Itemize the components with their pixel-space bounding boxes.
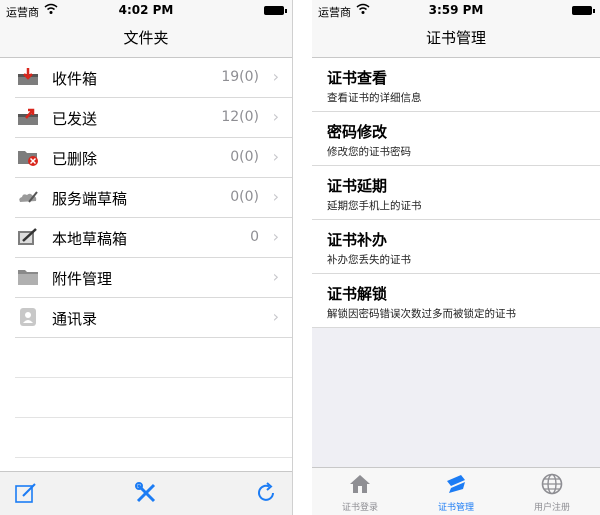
chevron-right-icon: › xyxy=(272,267,279,286)
cert-row-subtitle: 修改您的证书密码 xyxy=(327,146,411,158)
cert-row-title: 证书延期 xyxy=(327,177,388,195)
cert-row-unlock[interactable]: 证书解锁 解锁因密码错误次数过多而被锁定的证书 xyxy=(312,274,600,328)
folder-label: 本地草稿箱 xyxy=(52,230,128,248)
folder-count: 0(0) xyxy=(230,189,259,205)
home-icon xyxy=(350,475,370,493)
cert-row-extend[interactable]: 证书延期 延期您手机上的证书 xyxy=(312,166,600,220)
folder-row-server-drafts[interactable]: 服务端草稿 0(0) › xyxy=(15,178,292,218)
folder-label: 已删除 xyxy=(52,150,98,168)
cert-row-title: 证书解锁 xyxy=(327,285,388,303)
cert-row-view[interactable]: 证书查看 查看证书的详细信息 xyxy=(312,58,600,112)
server-drafts-icon xyxy=(19,191,38,203)
folders-screen: 运营商 4:02 PM 文件夹 收件箱 19(0) › 已发送 12(0) › … xyxy=(0,0,293,515)
attachment-folder-icon xyxy=(18,270,38,285)
bottom-toolbar xyxy=(0,471,292,515)
local-drafts-icon xyxy=(18,228,37,245)
chevron-right-icon: › xyxy=(272,227,279,246)
folders-title: 文件夹 xyxy=(0,20,292,58)
tab-bar: 证书登录 证书管理 用户注册 xyxy=(312,467,600,515)
cert-row-subtitle: 解锁因密码错误次数过多而被锁定的证书 xyxy=(327,308,516,320)
tab-user-register[interactable]: 用户注册 xyxy=(504,468,600,515)
folder-row-local-drafts[interactable]: 本地草稿箱 0 › xyxy=(15,218,292,258)
chevron-right-icon: › xyxy=(272,107,279,126)
chevron-right-icon: › xyxy=(272,147,279,166)
battery-icon xyxy=(264,6,287,15)
deleted-icon xyxy=(18,151,38,166)
folder-label: 服务端草稿 xyxy=(52,190,128,208)
folder-row-inbox[interactable]: 收件箱 19(0) › xyxy=(15,58,292,98)
cert-row-reissue[interactable]: 证书补办 补办您丢失的证书 xyxy=(312,220,600,274)
empty-row xyxy=(15,338,292,378)
status-bar: 运营商 3:59 PM xyxy=(312,0,600,20)
cert-row-title: 密码修改 xyxy=(327,123,388,141)
certificate-menu: 证书查看 查看证书的详细信息 密码修改 修改您的证书密码 证书延期 延期您手机上… xyxy=(312,58,600,328)
certificate-screen: 运营商 3:59 PM 证书管理 证书查看 查看证书的详细信息 密码修改 修改您… xyxy=(312,0,600,515)
cert-row-change-password[interactable]: 密码修改 修改您的证书密码 xyxy=(312,112,600,166)
folder-count: 19(0) xyxy=(221,69,259,85)
globe-icon xyxy=(541,473,563,495)
folder-label: 收件箱 xyxy=(52,70,98,88)
certificate-icon xyxy=(447,475,465,493)
contacts-icon xyxy=(20,308,36,326)
tab-label: 证书登录 xyxy=(341,503,378,513)
cert-row-title: 证书查看 xyxy=(327,69,388,87)
folder-list: 收件箱 19(0) › 已发送 12(0) › 已删除 0(0) › 服务端草稿… xyxy=(0,58,292,458)
folder-count: 0 xyxy=(250,229,259,245)
tab-label: 用户注册 xyxy=(533,503,570,513)
status-time: 4:02 PM xyxy=(118,3,174,17)
chevron-right-icon: › xyxy=(272,187,279,206)
tab-cert-manage[interactable]: 证书管理 xyxy=(408,468,504,515)
folder-label: 附件管理 xyxy=(52,270,113,288)
battery-icon xyxy=(572,6,595,15)
status-bar: 运营商 4:02 PM xyxy=(0,0,292,20)
tab-label: 证书管理 xyxy=(437,503,474,513)
folder-label: 通讯录 xyxy=(52,310,98,328)
status-time: 3:59 PM xyxy=(428,3,484,17)
refresh-icon[interactable] xyxy=(254,481,278,505)
folder-row-attachments[interactable]: 附件管理 › xyxy=(15,258,292,298)
folder-row-sent[interactable]: 已发送 12(0) › xyxy=(15,98,292,138)
folder-label: 已发送 xyxy=(52,110,98,128)
inbox-icon xyxy=(18,68,38,85)
folder-count: 12(0) xyxy=(221,109,259,125)
tools-icon[interactable] xyxy=(134,481,158,505)
folder-row-contacts[interactable]: 通讯录 › xyxy=(15,298,292,338)
tab-cert-login[interactable]: 证书登录 xyxy=(312,468,408,515)
folder-row-deleted[interactable]: 已删除 0(0) › xyxy=(15,138,292,178)
cert-row-subtitle: 延期您手机上的证书 xyxy=(327,200,422,212)
compose-icon[interactable] xyxy=(14,481,38,505)
cert-row-subtitle: 补办您丢失的证书 xyxy=(327,254,411,266)
chevron-right-icon: › xyxy=(272,67,279,86)
empty-row xyxy=(15,378,292,418)
chevron-right-icon: › xyxy=(272,307,279,326)
sent-icon xyxy=(18,108,38,125)
certificate-title: 证书管理 xyxy=(312,20,600,58)
empty-row xyxy=(15,418,292,458)
cert-row-title: 证书补办 xyxy=(327,231,388,249)
cert-row-subtitle: 查看证书的详细信息 xyxy=(327,92,422,104)
folder-count: 0(0) xyxy=(230,149,259,165)
